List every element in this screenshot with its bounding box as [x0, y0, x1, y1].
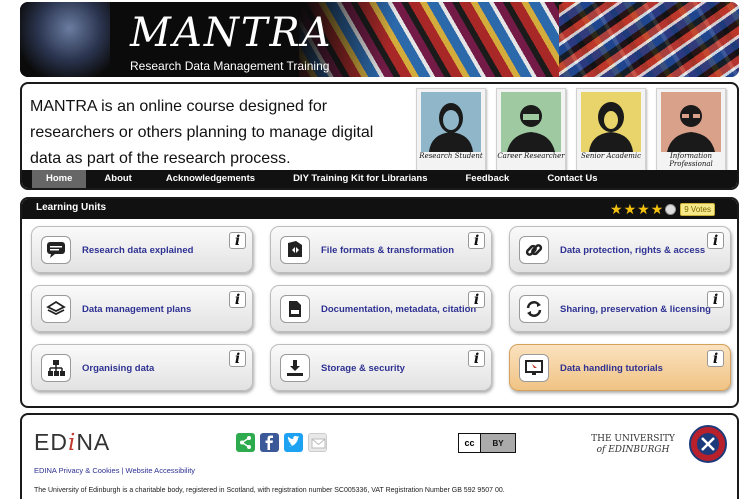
info-button[interactable]: i — [707, 350, 724, 367]
hierarchy-icon — [41, 354, 71, 382]
info-button[interactable]: i — [229, 350, 246, 367]
screen-cursor-icon — [519, 354, 549, 382]
download-tray-icon — [280, 354, 310, 382]
unit-label: Sharing, preservation & licensing — [560, 304, 711, 315]
unit-data-management-plans[interactable]: Data management plans i — [31, 285, 253, 332]
persona-senior-academic[interactable]: Senior Academic — [576, 88, 646, 172]
nav-diy-training-kit[interactable]: DIY Training Kit for Librarians — [281, 170, 439, 188]
nav-feedback[interactable]: Feedback — [454, 170, 522, 188]
info-button[interactable]: i — [707, 291, 724, 308]
unit-label: Research data explained — [82, 245, 194, 256]
persona-caption: Senior Academic — [580, 152, 642, 160]
unit-label: Storage & security — [321, 363, 405, 374]
persona-caption: Information Professional — [669, 152, 713, 168]
site-title[interactable]: MANTRA — [130, 10, 333, 56]
rating-widget[interactable]: ★ ★ ★ ★ 9 Votes — [610, 202, 715, 216]
female-student-avatar-icon — [421, 92, 481, 152]
unit-data-handling-tutorials[interactable]: Data handling tutorials i — [509, 344, 731, 391]
woman-avatar-icon — [581, 92, 641, 152]
university-of-edinburgh-name[interactable]: THE UNIVERSITY of EDINBURGH — [588, 434, 678, 456]
info-button[interactable]: i — [468, 232, 485, 249]
unit-sharing-preservation[interactable]: Sharing, preservation & licensing i — [509, 285, 731, 332]
unit-label: Data management plans — [82, 304, 192, 315]
uoe-line-2: of EDINBURGH — [596, 445, 670, 455]
star-filled-icon[interactable]: ★ — [637, 202, 650, 216]
share-icon[interactable] — [236, 433, 255, 452]
learning-units-title: Learning Units — [36, 202, 107, 213]
star-filled-icon[interactable]: ★ — [610, 202, 623, 216]
uoe-line-1: THE UNIVERSITY — [591, 434, 675, 444]
edina-logo-suffix: NA — [76, 429, 111, 455]
unit-label: Data handling tutorials — [560, 363, 663, 374]
charity-statement: The University of Edinburgh is a charita… — [34, 487, 505, 494]
edina-logo-prefix: ED — [34, 429, 68, 455]
nav-about[interactable]: About — [92, 170, 143, 188]
persona-research-student[interactable]: Research Student — [416, 88, 486, 172]
twitter-icon[interactable] — [284, 433, 303, 452]
persona-information-professional[interactable]: Information Professional — [656, 88, 726, 172]
file-transform-icon — [280, 236, 310, 264]
site-subtitle: Research Data Management Training — [130, 59, 330, 73]
bearded-man-avatar-icon — [501, 92, 561, 152]
site-banner: MANTRA Research Data Management Training — [20, 2, 739, 77]
main-nav: Home About Acknowledgements DIY Training… — [22, 170, 737, 188]
university-crest-icon[interactable] — [689, 425, 727, 463]
unit-label: Documentation, metadata, citation — [321, 304, 477, 315]
info-button[interactable]: i — [229, 291, 246, 308]
unit-label: Organising data — [82, 363, 155, 374]
unit-organising-data[interactable]: Organising data i — [31, 344, 253, 391]
cc-icon: cc — [459, 434, 481, 452]
facebook-icon[interactable] — [260, 433, 279, 452]
persona-career-researcher[interactable]: Career Researcher — [496, 88, 566, 172]
star-empty-icon[interactable] — [665, 203, 677, 215]
chain-link-icon — [519, 236, 549, 264]
unit-label: Data protection, rights & access — [560, 245, 706, 256]
star-filled-icon[interactable]: ★ — [651, 202, 664, 216]
unit-data-protection[interactable]: Data protection, rights & access i — [509, 226, 731, 273]
document-folder-icon — [280, 295, 310, 323]
social-share-bar — [236, 433, 332, 452]
layers-icon — [41, 295, 71, 323]
nav-acknowledgements[interactable]: Acknowledgements — [154, 170, 267, 188]
info-button[interactable]: i — [468, 350, 485, 367]
refresh-arrows-icon — [519, 295, 549, 323]
creative-commons-badge[interactable]: cc BY — [458, 433, 516, 453]
unit-documentation-metadata[interactable]: Documentation, metadata, citation i — [270, 285, 492, 332]
unit-label: File formats & transformation — [321, 245, 455, 256]
unit-storage-security[interactable]: Storage & security i — [270, 344, 492, 391]
intro-panel: MANTRA is an online course designed for … — [20, 82, 739, 190]
intro-text: MANTRA is an online course designed for … — [30, 98, 374, 167]
unit-research-data-explained[interactable]: Research data explained i — [31, 226, 253, 273]
unit-file-formats[interactable]: File formats & transformation i — [270, 226, 492, 273]
edina-logo[interactable]: EDiNA — [34, 429, 110, 456]
man-with-glasses-avatar-icon — [661, 92, 721, 152]
site-footer: EDiNA cc BY THE UNIVERSITY of EDINBURGH … — [20, 413, 739, 499]
email-icon[interactable] — [308, 433, 327, 452]
banner-silhouette-image — [20, 2, 110, 77]
star-filled-icon[interactable]: ★ — [624, 202, 637, 216]
nav-home[interactable]: Home — [32, 170, 87, 188]
learning-units-header: Learning Units ★ ★ ★ ★ 9 Votes — [22, 199, 737, 219]
learning-units-panel: Learning Units ★ ★ ★ ★ 9 Votes Research … — [20, 197, 739, 408]
nav-contact-us[interactable]: Contact Us — [535, 170, 609, 188]
persona-caption: Career Researcher — [497, 152, 565, 160]
votes-badge: 9 Votes — [680, 202, 715, 216]
footer-links[interactable]: EDINA Privacy & Cookies | Website Access… — [34, 466, 195, 475]
banner-art-detail — [559, 2, 739, 77]
info-button[interactable]: i — [707, 232, 724, 249]
info-button[interactable]: i — [468, 291, 485, 308]
persona-caption: Research Student — [419, 152, 483, 160]
speech-bubble-icon — [41, 236, 71, 264]
info-button[interactable]: i — [229, 232, 246, 249]
cc-by-label: BY — [492, 438, 504, 448]
